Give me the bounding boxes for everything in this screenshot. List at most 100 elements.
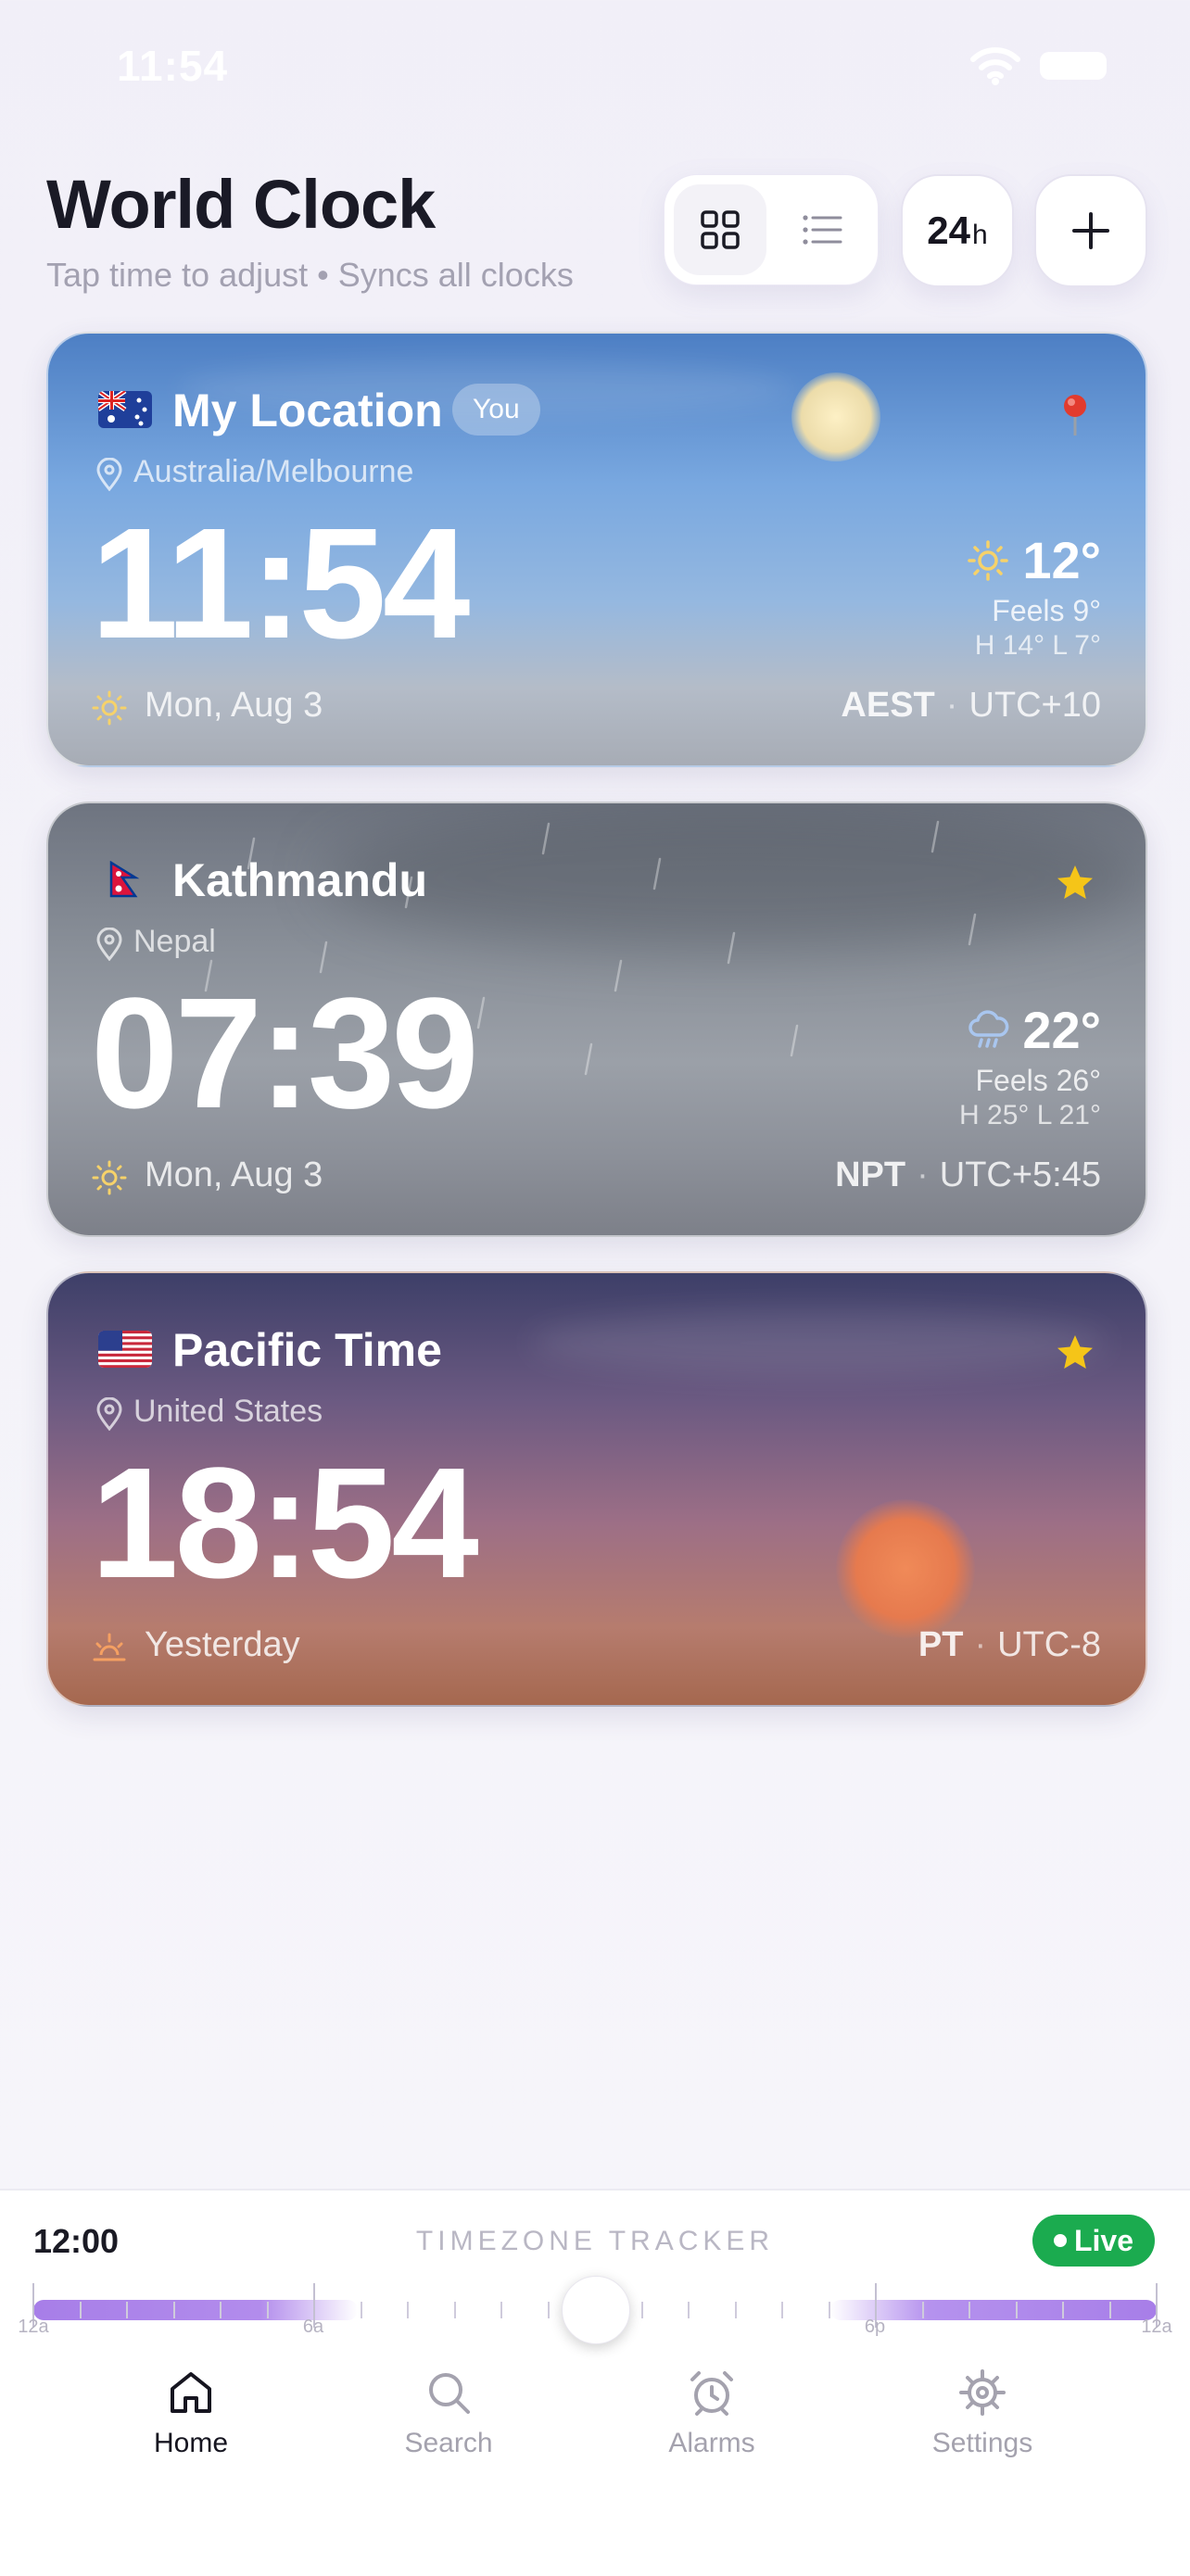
list-icon: [803, 215, 842, 245]
battery-icon: [1040, 52, 1107, 80]
search-icon: [429, 2373, 470, 2414]
weather-summary: 12° Feels 9° H 14° L 7°: [967, 530, 1101, 662]
minor-tick: [1108, 2302, 1111, 2318]
alarm-clock-icon: [690, 2371, 733, 2416]
day-label: Mon, Aug 3: [145, 686, 323, 725]
tracker-title: TIMEZONE TRACKER: [415, 2226, 775, 2256]
location-pin-icon: [96, 928, 122, 961]
home-icon: [171, 2372, 211, 2413]
timezone-info: PT · UTC-8: [918, 1625, 1101, 1665]
minor-tick: [407, 2302, 409, 2318]
region-label: Australia/Melbourne: [133, 454, 414, 489]
tab-home[interactable]: Home: [98, 2367, 284, 2459]
status-bar: 11:54: [0, 0, 1190, 139]
minor-tick: [220, 2302, 222, 2318]
minor-tick: [1015, 2302, 1018, 2318]
minor-tick: [547, 2302, 550, 2318]
clock-card-my-location[interactable]: My Location You Australia/Melbourne 11:5…: [46, 332, 1147, 767]
live-button[interactable]: Live: [1032, 2215, 1155, 2267]
minor-tick: [360, 2302, 362, 2318]
status-time: 11:54: [117, 42, 229, 90]
location-pin-icon: [96, 1397, 122, 1431]
us-flag-icon: [98, 1331, 152, 1368]
minor-tick: [640, 2302, 643, 2318]
grid-icon: [701, 210, 740, 249]
wifi-icon: [970, 47, 1020, 85]
day-label: Yesterday: [145, 1625, 300, 1664]
minor-tick: [500, 2302, 502, 2318]
city-name: Kathmandu: [172, 854, 427, 906]
temperature: 12°: [1022, 531, 1101, 589]
clock-time[interactable]: 11:54: [91, 491, 470, 676]
minor-tick: [172, 2302, 175, 2318]
minor-tick: [126, 2302, 128, 2318]
gear-icon: [959, 2369, 1006, 2416]
grid-view-button[interactable]: [674, 184, 766, 275]
tab-label: Home: [153, 2428, 229, 2458]
tick-label: 6p: [864, 2317, 886, 2337]
you-badge: You: [452, 384, 540, 436]
star-icon[interactable]: [1055, 1331, 1095, 1377]
timezone-info: AEST · UTC+10: [841, 686, 1101, 726]
minor-tick: [79, 2302, 82, 2318]
timezone-info: NPT · UTC+5:45: [835, 1155, 1101, 1195]
minor-tick: [968, 2302, 970, 2318]
separator-dot: ·: [917, 1155, 929, 1194]
sun-orb: [791, 373, 880, 461]
nepal-flag-icon: [98, 861, 152, 898]
clock-card-kathmandu[interactable]: Kathmandu Nepal 07:39 22° Feels 26° H 25…: [46, 802, 1147, 1237]
high-low: H 25° L 21°: [959, 1100, 1101, 1130]
tick-label: 6a: [302, 2317, 324, 2337]
tab-alarms[interactable]: Alarms: [619, 2367, 804, 2459]
clock-time[interactable]: 18:54: [91, 1431, 479, 1616]
time-format-unit: h: [972, 220, 988, 250]
list-view-button[interactable]: [776, 184, 868, 275]
sun-icon: [968, 539, 1009, 581]
tab-settings[interactable]: Settings: [890, 2367, 1075, 2459]
cloud-haze: [530, 1310, 1108, 1375]
tab-label: Settings: [931, 2428, 1033, 2458]
time-format-button[interactable]: 24 h: [901, 174, 1014, 287]
live-dot-icon: [1053, 2234, 1067, 2247]
feels-like: Feels 26°: [975, 1064, 1101, 1097]
timeline-slider-handle[interactable]: [562, 2276, 630, 2344]
sun-icon: [92, 690, 127, 726]
location-pin-icon: [96, 458, 122, 491]
city-name: My Location: [172, 385, 443, 436]
minor-tick: [1062, 2302, 1064, 2318]
minor-tick: [266, 2302, 269, 2318]
region-label: Nepal: [133, 924, 216, 959]
minor-tick: [921, 2302, 924, 2318]
clock-time[interactable]: 07:39: [91, 961, 479, 1146]
timezone-abbr: AEST: [841, 686, 935, 725]
utc-offset: UTC-8: [997, 1625, 1101, 1664]
minor-tick: [688, 2302, 690, 2318]
weather-summary: 22° Feels 26° H 25° L 21°: [959, 1000, 1101, 1131]
sun-icon: [92, 1160, 127, 1195]
tab-search[interactable]: Search: [356, 2367, 541, 2459]
tab-label: Alarms: [668, 2428, 755, 2458]
region-label: United States: [133, 1394, 323, 1429]
sunset-icon: [93, 1633, 126, 1661]
temperature: 22°: [1022, 1001, 1101, 1059]
high-low: H 14° L 7°: [974, 630, 1101, 661]
utc-offset: UTC+5:45: [939, 1155, 1101, 1194]
feels-like: Feels 9°: [992, 594, 1101, 627]
add-clock-button[interactable]: [1034, 174, 1147, 287]
star-icon[interactable]: [1055, 861, 1095, 907]
rain-cloud-icon: [968, 1009, 1009, 1048]
tab-label: Search: [404, 2428, 493, 2458]
clock-card-pacific-time[interactable]: Pacific Time United States 18:54 Yesterd…: [46, 1271, 1147, 1707]
separator-dot: ·: [974, 1625, 987, 1664]
page-title: World Clock: [46, 166, 436, 243]
timezone-tracker-panel: 12:00 TIMEZONE TRACKER Live 12a 6a 6p 12…: [0, 2189, 1190, 2576]
minor-tick: [734, 2302, 737, 2318]
city-name: Pacific Time: [172, 1324, 442, 1376]
view-toggle: [664, 174, 879, 285]
tick-label: 12a: [18, 2317, 49, 2337]
time-format-number: 24: [927, 208, 971, 252]
minor-tick: [828, 2302, 830, 2318]
live-label: Live: [1073, 2223, 1134, 2257]
pin-icon: [1064, 395, 1086, 436]
timezone-abbr: NPT: [835, 1155, 906, 1194]
